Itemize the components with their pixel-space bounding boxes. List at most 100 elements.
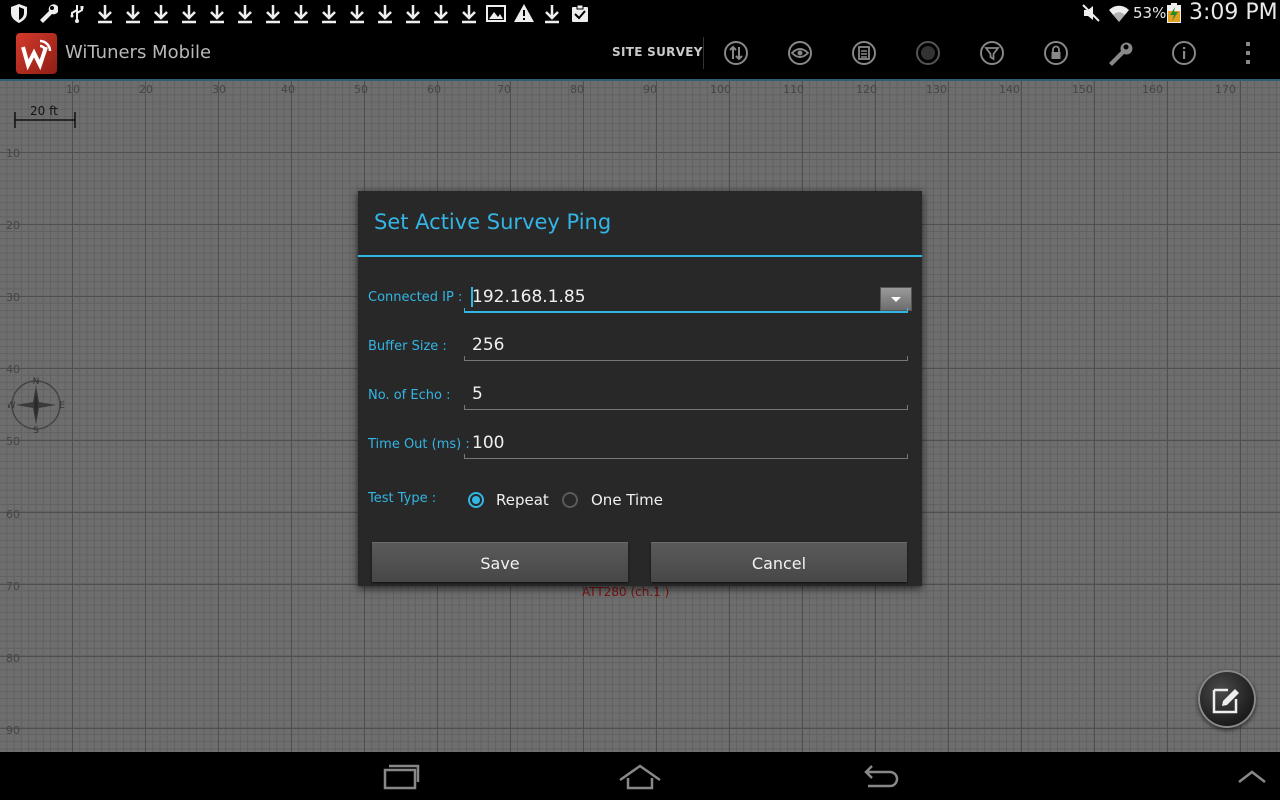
list-icon[interactable]: [850, 39, 878, 67]
field-underline: [464, 405, 908, 410]
download-icon: [294, 5, 308, 24]
set-active-survey-ping-dialog: Set Active Survey Ping Connected IP : 19…: [358, 191, 922, 586]
battery-charging-icon: [1167, 3, 1181, 23]
info-icon[interactable]: [1170, 39, 1198, 67]
y-tick: 20: [6, 219, 20, 232]
x-tick: 100: [710, 83, 731, 96]
timeout-label: Time Out (ms) :: [368, 437, 470, 452]
action-bar-divider: [703, 37, 704, 69]
app-logo[interactable]: [16, 33, 57, 74]
download-icon: [210, 5, 224, 24]
y-tick: 10: [6, 147, 20, 160]
save-button[interactable]: Save: [372, 542, 628, 582]
download-icon: [182, 5, 196, 24]
x-tick: 160: [1142, 83, 1163, 96]
x-tick: 120: [856, 83, 877, 96]
download-icon: [350, 5, 364, 24]
y-tick: 30: [6, 291, 20, 304]
x-tick: 110: [783, 83, 804, 96]
record-icon[interactable]: [914, 39, 942, 67]
x-tick: 170: [1215, 83, 1236, 96]
x-tick: 130: [926, 83, 947, 96]
site-survey-label[interactable]: SITE SURVEY: [612, 45, 703, 59]
x-tick: 140: [999, 83, 1020, 96]
download-icon: [434, 5, 448, 24]
repeat-radio[interactable]: [468, 492, 484, 508]
back-icon[interactable]: [862, 762, 900, 790]
x-tick: 80: [570, 83, 584, 96]
buffer-size-label: Buffer Size :: [368, 339, 447, 354]
y-tick: 70: [6, 580, 20, 593]
mute-icon: [1082, 4, 1100, 22]
connected-ip-value: 192.168.1.85: [472, 287, 586, 307]
dialog-title-divider: [358, 255, 922, 257]
timeout-value: 100: [472, 433, 505, 453]
image-icon: [486, 5, 506, 22]
test-type-label: Test Type :: [368, 491, 437, 506]
field-underline: [464, 356, 908, 361]
download-icon: [462, 5, 476, 24]
connected-ip-label: Connected IP :: [368, 290, 463, 305]
y-tick: 80: [6, 652, 20, 665]
battery-percent: 53%: [1133, 4, 1167, 22]
lock-icon[interactable]: [1042, 39, 1070, 67]
app-title: WiTuners Mobile: [65, 42, 212, 63]
timeout-field[interactable]: 100: [464, 433, 908, 459]
compass-south: S: [33, 426, 39, 434]
echo-count-field[interactable]: 5: [464, 384, 908, 410]
y-tick: 40: [6, 363, 20, 376]
compass-icon: N E S W: [8, 377, 65, 434]
clipboard-check-icon: [572, 4, 588, 22]
connected-ip-field[interactable]: 192.168.1.85: [464, 287, 912, 313]
x-tick: 150: [1072, 83, 1093, 96]
buffer-size-value: 256: [472, 335, 505, 355]
download-icon: [154, 5, 168, 24]
cancel-button[interactable]: Cancel: [651, 542, 907, 582]
x-tick: 90: [643, 83, 657, 96]
eye-icon[interactable]: [786, 39, 814, 67]
edit-icon: [1212, 688, 1239, 714]
repeat-radio-label[interactable]: Repeat: [496, 491, 549, 509]
access-point-label[interactable]: ATT280 (ch.1 ): [582, 585, 669, 599]
download-icon: [378, 5, 392, 24]
buffer-size-field[interactable]: 256: [464, 335, 908, 361]
warning-icon: [514, 4, 534, 22]
recent-apps-icon[interactable]: [382, 762, 420, 790]
usb-icon: [70, 5, 84, 23]
one-time-radio[interactable]: [562, 492, 578, 508]
x-tick: 60: [427, 83, 441, 96]
x-tick: 50: [354, 83, 368, 96]
one-time-radio-label[interactable]: One Time: [591, 491, 663, 509]
witunners-logo-icon: [21, 39, 52, 71]
echo-count-value: 5: [472, 384, 483, 404]
home-icon[interactable]: [618, 762, 662, 790]
scale-label: 20 ft: [30, 104, 58, 118]
dialog-title: Set Active Survey Ping: [374, 210, 612, 234]
y-tick: 50: [6, 435, 20, 448]
shield-icon: [11, 4, 27, 23]
download-icon: [266, 5, 280, 24]
x-tick: 30: [212, 83, 226, 96]
y-tick: 60: [6, 508, 20, 521]
status-clock: 3:09 PM: [1189, 0, 1278, 25]
download-icon: [98, 5, 112, 24]
field-underline: [464, 454, 908, 459]
transfer-icon[interactable]: [722, 39, 750, 67]
filter-icon[interactable]: [978, 39, 1006, 67]
status-bar: 53% 3:09 PM: [0, 0, 1280, 25]
x-tick: 70: [497, 83, 511, 96]
download-icon: [126, 5, 140, 24]
download-icon: [545, 5, 559, 24]
echo-count-label: No. of Echo :: [368, 388, 451, 403]
wrench-icon: [40, 4, 58, 23]
x-tick: 40: [281, 83, 295, 96]
overflow-menu-icon[interactable]: [1234, 39, 1262, 67]
compass-north: N: [33, 377, 40, 387]
wifi-icon: [1109, 5, 1129, 22]
chevron-up-icon[interactable]: [1236, 762, 1268, 790]
download-icon: [406, 5, 420, 24]
edit-fab-button[interactable]: [1198, 670, 1256, 728]
compass-west: W: [8, 401, 16, 411]
wrench-icon[interactable]: [1106, 39, 1134, 67]
action-bar: WiTuners Mobile SITE SURVEY: [0, 25, 1280, 81]
